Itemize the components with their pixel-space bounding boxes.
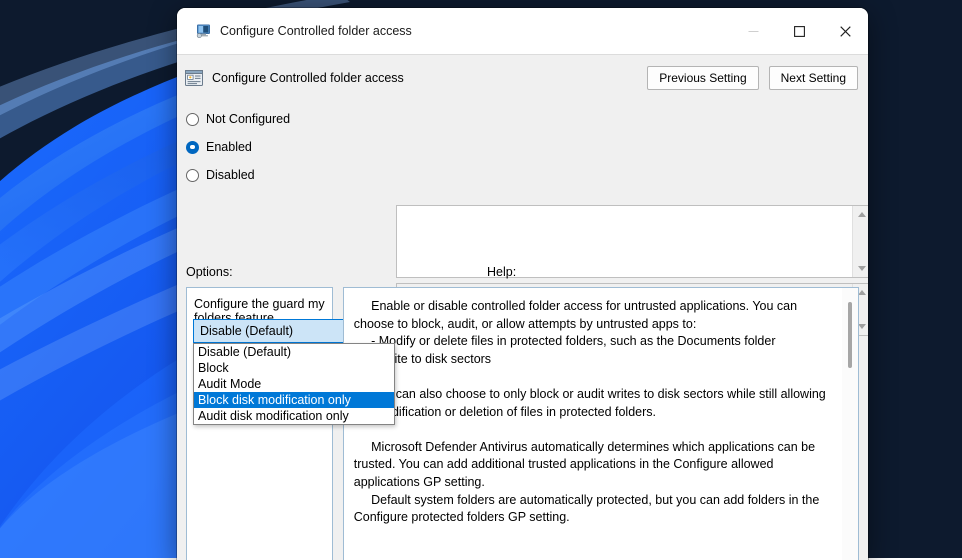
radio-label: Not Configured	[206, 112, 290, 126]
guard-my-folders-dropdown-list[interactable]: Disable (Default) Block Audit Mode Block…	[193, 343, 395, 425]
radio-label: Disabled	[206, 168, 255, 182]
maximize-button[interactable]	[776, 8, 822, 54]
options-panel: Configure the guard my folders feature D…	[186, 287, 333, 560]
minimize-button[interactable]	[730, 8, 776, 54]
computer-monitor-icon	[196, 23, 212, 39]
radio-disabled[interactable]: Disabled	[186, 161, 306, 189]
policy-setting-icon	[184, 68, 204, 88]
radio-enabled[interactable]: Enabled	[186, 133, 306, 161]
previous-setting-button[interactable]: Previous Setting	[647, 66, 758, 90]
close-button[interactable]	[822, 8, 868, 54]
window-title: Configure Controlled folder access	[220, 24, 412, 38]
panels-row: Configure the guard my folders feature D…	[177, 287, 868, 560]
close-icon	[840, 26, 851, 37]
minimize-icon	[748, 26, 759, 37]
radio-indicator	[186, 113, 199, 126]
dropdown-option-audit-disk-modification-only[interactable]: Audit disk modification only	[194, 408, 394, 424]
state-radio-group: Not Configured Enabled Disabled	[186, 105, 306, 189]
help-scrollbar[interactable]	[842, 288, 858, 560]
radio-not-configured[interactable]: Not Configured	[186, 105, 306, 133]
next-setting-button[interactable]: Next Setting	[769, 66, 858, 90]
radio-indicator	[186, 141, 199, 154]
maximize-icon	[794, 26, 805, 37]
dropdown-option-audit-mode[interactable]: Audit Mode	[194, 376, 394, 392]
help-panel: Enable or disable controlled folder acce…	[343, 287, 859, 560]
window-controls	[730, 8, 868, 54]
setting-state-form: Not Configured Enabled Disabled Comment:…	[177, 101, 868, 257]
setting-navigation: Previous Setting Next Setting	[647, 66, 858, 90]
dropdown-option-block[interactable]: Block	[194, 360, 394, 376]
triangle-up-icon	[858, 212, 866, 217]
help-text: Enable or disable controlled folder acce…	[344, 288, 842, 560]
section-label-row: Options: Help:	[177, 257, 868, 287]
radio-label: Enabled	[206, 140, 252, 154]
dropdown-option-block-disk-modification-only[interactable]: Block disk modification only	[194, 392, 394, 408]
setting-header: Configure Controlled folder access Previ…	[177, 54, 868, 101]
dropdown-option-disable-default[interactable]: Disable (Default)	[194, 344, 394, 360]
radio-indicator	[186, 169, 199, 182]
setting-header-title: Configure Controlled folder access	[212, 71, 404, 85]
window-titlebar[interactable]: Configure Controlled folder access	[177, 8, 868, 54]
configure-controlled-folder-access-dialog: Configure Controlled folder access	[177, 8, 868, 560]
options-label: Options:	[186, 265, 233, 279]
help-label: Help:	[487, 265, 516, 279]
scroll-up-button[interactable]	[853, 206, 868, 223]
help-scrollbar-thumb[interactable]	[848, 302, 852, 368]
